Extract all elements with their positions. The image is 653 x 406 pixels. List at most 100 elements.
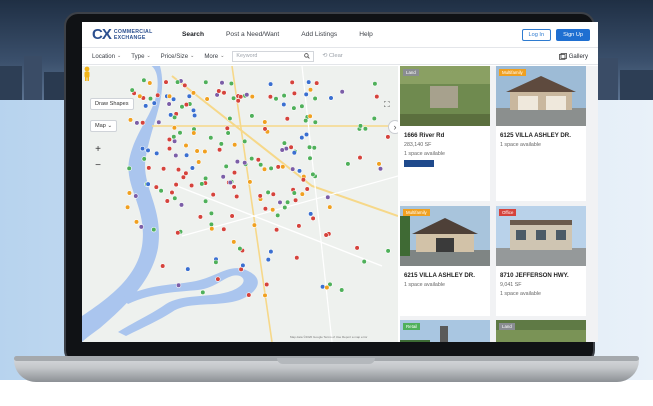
map-marker[interactable]	[129, 87, 135, 93]
map-marker[interactable]	[183, 101, 189, 108]
map-marker[interactable]	[213, 259, 219, 265]
listing-card[interactable]: Land 1666 River Rd 283,140 SF 1 space av…	[400, 66, 490, 201]
map-marker[interactable]	[267, 94, 273, 100]
map-marker[interactable]	[202, 175, 209, 181]
map-marker[interactable]	[231, 239, 237, 245]
map-marker[interactable]	[285, 199, 291, 205]
map-marker[interactable]	[210, 192, 216, 198]
map-marker[interactable]	[261, 166, 268, 172]
map-marker[interactable]	[251, 222, 257, 228]
map-marker[interactable]	[270, 207, 276, 213]
map-marker[interactable]	[151, 100, 157, 106]
map-marker[interactable]	[234, 158, 240, 165]
map-marker[interactable]	[231, 95, 237, 101]
map-marker[interactable]	[299, 134, 305, 141]
draw-shapes-button[interactable]: Draw Shapes	[90, 98, 134, 110]
map-marker[interactable]	[374, 94, 380, 100]
map-marker[interactable]	[225, 130, 231, 136]
map-marker[interactable]	[166, 136, 172, 143]
map-marker[interactable]	[339, 89, 345, 95]
map-marker[interactable]	[208, 210, 214, 216]
map-marker[interactable]	[385, 134, 391, 140]
map-marker[interactable]	[160, 166, 167, 172]
map-marker[interactable]	[153, 184, 159, 190]
map-marker[interactable]	[140, 120, 146, 126]
map-marker[interactable]	[204, 96, 210, 102]
map-marker[interactable]	[268, 81, 274, 87]
map-marker[interactable]	[216, 88, 222, 94]
nav-link-post-need[interactable]: Post a Need/Want	[226, 31, 279, 38]
map-marker[interactable]	[275, 212, 281, 218]
logo[interactable]: CX COMMERCIAL EXCHANGE	[92, 26, 182, 43]
search-icon[interactable]	[304, 53, 311, 59]
map-marker[interactable]	[262, 206, 268, 212]
map-marker[interactable]	[169, 189, 175, 196]
map-marker[interactable]	[307, 113, 313, 119]
map-marker[interactable]	[277, 199, 283, 205]
map-marker[interactable]	[238, 94, 244, 100]
map-marker[interactable]	[208, 135, 214, 141]
map-marker[interactable]	[274, 227, 280, 233]
map-marker[interactable]	[320, 284, 326, 290]
map-marker[interactable]	[227, 179, 233, 186]
map-marker[interactable]	[294, 255, 300, 261]
map-marker[interactable]	[304, 186, 310, 192]
map-marker[interactable]	[202, 148, 208, 155]
map-marker[interactable]	[240, 262, 246, 268]
map-marker[interactable]	[357, 154, 363, 161]
clear-filters-button[interactable]: ⟲ Clear	[322, 53, 342, 59]
nav-link-add-listings[interactable]: Add Listings	[301, 31, 337, 38]
map-marker[interactable]	[170, 96, 177, 102]
map-marker[interactable]	[312, 95, 318, 102]
map-marker[interactable]	[191, 112, 198, 119]
map-marker[interactable]	[303, 91, 309, 98]
map-marker[interactable]	[262, 126, 268, 132]
map-marker[interactable]	[361, 259, 367, 265]
map-marker[interactable]	[218, 141, 224, 147]
map-marker[interactable]	[175, 166, 182, 173]
map-marker[interactable]	[126, 165, 132, 171]
map-marker[interactable]	[146, 165, 152, 171]
map-marker[interactable]	[126, 190, 133, 196]
map-marker[interactable]	[362, 126, 369, 132]
map-marker[interactable]	[147, 80, 153, 86]
map-marker[interactable]	[328, 95, 334, 101]
map-marker[interactable]	[303, 117, 309, 124]
zoom-out-button[interactable]: −	[92, 160, 104, 172]
map-marker[interactable]	[134, 120, 140, 126]
map-marker[interactable]	[268, 249, 274, 255]
map-marker[interactable]	[262, 119, 268, 125]
map-marker[interactable]	[171, 134, 177, 140]
map-marker[interactable]	[228, 80, 234, 87]
map-marker[interactable]	[291, 90, 297, 97]
map-marker[interactable]	[247, 179, 253, 185]
map-marker[interactable]	[229, 213, 235, 219]
map-marker[interactable]	[158, 188, 164, 194]
chevron-right-icon[interactable]: ›	[388, 120, 398, 134]
map-marker[interactable]	[189, 165, 195, 171]
map-marker[interactable]	[182, 82, 188, 89]
map-marker[interactable]	[219, 80, 225, 86]
map-marker[interactable]	[242, 138, 248, 144]
map-marker[interactable]	[249, 113, 255, 119]
map-marker[interactable]	[145, 181, 151, 187]
map-marker[interactable]	[296, 168, 303, 174]
map-marker[interactable]	[376, 161, 382, 167]
map-marker[interactable]	[249, 155, 255, 162]
map-marker[interactable]	[168, 112, 174, 118]
map-marker[interactable]	[234, 193, 240, 200]
map-marker[interactable]	[237, 246, 243, 252]
map-marker[interactable]	[265, 189, 271, 195]
map-marker[interactable]	[289, 79, 295, 85]
map-marker[interactable]	[231, 169, 238, 176]
map-marker[interactable]	[183, 152, 190, 158]
map-marker[interactable]	[133, 219, 140, 225]
map-marker[interactable]	[307, 87, 314, 93]
map-marker[interactable]	[215, 276, 221, 282]
map-marker[interactable]	[306, 144, 313, 150]
map-marker[interactable]	[173, 181, 179, 188]
map-marker[interactable]	[208, 221, 214, 227]
map-marker[interactable]	[173, 152, 179, 159]
map-marker[interactable]	[275, 164, 281, 170]
map-marker[interactable]	[164, 198, 170, 204]
